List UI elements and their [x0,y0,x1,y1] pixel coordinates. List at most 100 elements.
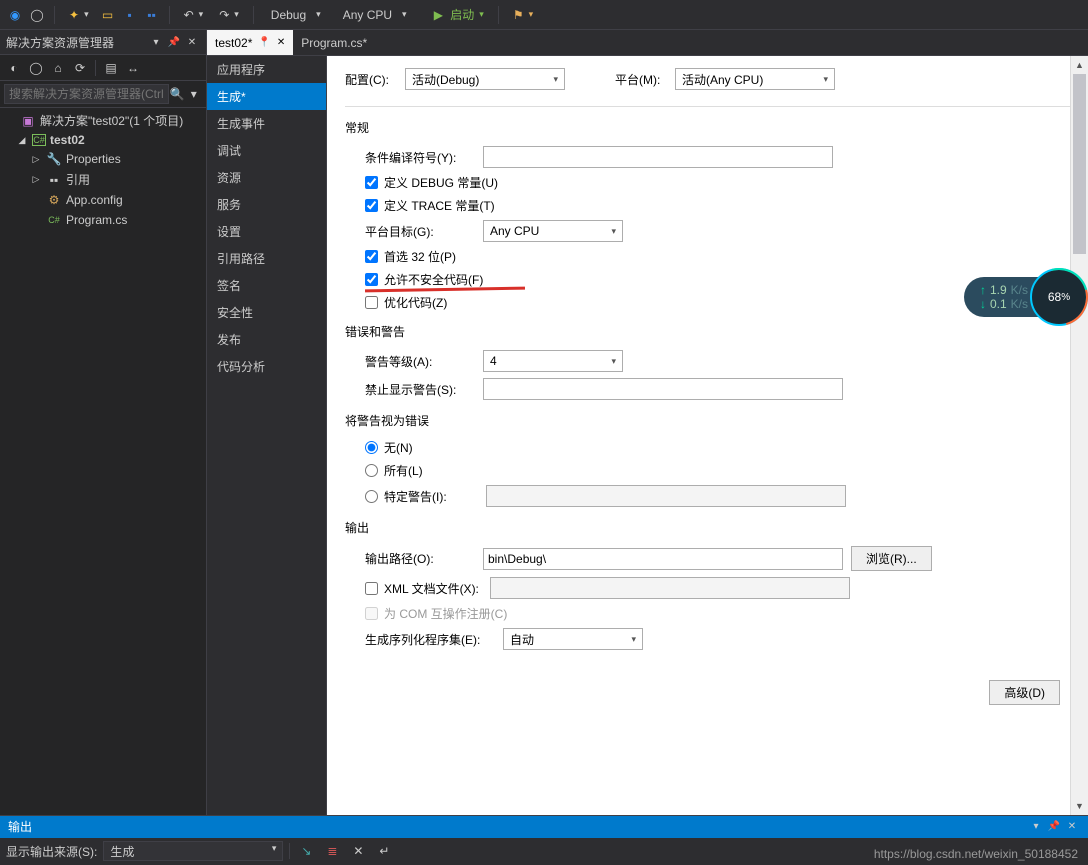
nav-application[interactable]: 应用程序 [207,56,326,83]
wrench-icon: 🔧 [46,151,62,167]
nav-forward-icon[interactable]: ◯ [28,6,46,24]
scroll-thumb[interactable] [1073,74,1086,254]
optimize-label: 优化代码(Z) [384,294,447,311]
browse-button[interactable]: 浏览(R)... [851,546,932,571]
warn-level-label: 警告等级(A): [365,353,475,370]
search-icon[interactable]: 🔍 [169,84,186,104]
nav-build[interactable]: 生成* [207,83,326,110]
open-icon[interactable]: ▭ [99,6,117,24]
project-node[interactable]: ◢ C# test02 [0,131,206,149]
save-icon[interactable]: ▪ [121,6,139,24]
prefer32-check[interactable]: 首选 32 位(P) [365,248,1070,265]
home-icon[interactable]: ⌂ [48,58,68,78]
nav-debug[interactable]: 调试 [207,137,326,164]
nav-back-icon[interactable]: ◉ [6,6,24,24]
show-all-icon[interactable]: ▤ [101,58,121,78]
clear-icon[interactable]: ✕ [348,841,368,861]
nav-code-analysis[interactable]: 代码分析 [207,353,326,380]
programcs-node[interactable]: C# Program.cs [0,210,206,230]
nav-security[interactable]: 安全性 [207,299,326,326]
treat-none-radio[interactable]: 无(N) [365,439,1070,456]
treat-all-radio[interactable]: 所有(L) [365,462,1070,479]
scroll-up-icon[interactable]: ▲ [1071,56,1088,74]
close-tab-icon[interactable]: ✕ [277,37,285,48]
nav-build-events[interactable]: 生成事件 [207,110,326,137]
appconfig-node[interactable]: ⚙ App.config [0,190,206,210]
save-all-icon[interactable]: ▪▪ [143,6,161,24]
warn-level-value: 4 [490,354,497,368]
panel-dropdown-icon[interactable]: ▾ [148,34,164,50]
serialization-select[interactable]: 自动 [503,628,643,650]
solution-node[interactable]: ▣ 解决方案"test02"(1 个项目) [0,110,206,131]
output-source-select[interactable]: 生成 [103,841,283,861]
config-file-icon: ⚙ [46,192,62,208]
redo-dropdown[interactable]: ↷ [213,6,245,24]
network-monitor-widget[interactable]: ↑1.9K/s ↓0.1K/s 68% [964,268,1088,326]
xml-doc-check[interactable] [365,582,378,595]
config-select[interactable]: 活动(Debug) [405,68,565,90]
undo-dropdown[interactable]: ↶ [178,6,210,24]
cond-symbols-label: 条件编译符号(Y): [365,149,475,166]
serialization-value: 自动 [510,631,534,648]
search-dropdown-icon[interactable]: ▾ [186,84,203,104]
wrap-icon[interactable]: ↵ [374,841,394,861]
references-label: 引用 [66,171,90,188]
net-unit2: K/s [1011,297,1028,311]
pin-tab-icon[interactable]: 📍 [258,37,270,48]
define-trace-check[interactable]: 定义 TRACE 常量(T) [365,197,1070,214]
platform-label: 平台(M): [615,71,665,88]
output-pin-icon[interactable]: 📌 [1046,819,1062,835]
advanced-button[interactable]: 高级(D) [989,680,1060,705]
net-pct-value: 68 [1048,290,1061,304]
treat-specific-radio[interactable] [365,490,378,503]
refresh-icon[interactable]: ⟳ [70,58,90,78]
output-close-icon[interactable]: ✕ [1064,819,1080,835]
tab-programcs[interactable]: Program.cs* [293,30,375,55]
vertical-scrollbar[interactable]: ▲ ▼ [1070,56,1088,815]
treat-specific-input [486,485,846,507]
section-errors: 错误和警告 [345,323,1070,340]
references-icon: ▪▪ [46,172,62,188]
define-debug-check[interactable]: 定义 DEBUG 常量(U) [365,174,1070,191]
scroll-down-icon[interactable]: ▼ [1071,797,1088,815]
close-icon[interactable]: ✕ [184,34,200,50]
config-value: 活动(Debug) [412,71,479,88]
properties-node[interactable]: ▷ 🔧 Properties [0,149,206,169]
start-button[interactable]: ▶ 启动 [428,4,490,25]
treat-specific-label: 特定警告(I): [384,488,480,505]
nav-signing[interactable]: 签名 [207,272,326,299]
toolbar-extra-icon[interactable]: ⚑ [507,6,539,24]
output-title: 输出 [8,818,1026,835]
platform-target-select[interactable]: Any CPU [483,220,623,242]
nav-resources[interactable]: 资源 [207,164,326,191]
collapse-icon[interactable]: ↔ [123,58,143,78]
nav-settings[interactable]: 设置 [207,218,326,245]
warn-level-select[interactable]: 4 [483,350,623,372]
output-path-input[interactable] [483,548,843,570]
platform-combo[interactable]: Any CPU [334,5,424,25]
new-item-dropdown[interactable]: ✦ [63,6,95,24]
back-icon[interactable]: ◐ [4,58,24,78]
net-pct-sym: % [1061,292,1070,303]
output-dropdown-icon[interactable]: ▾ [1028,819,1044,835]
com-interop-label: 为 COM 互操作注册(C) [384,605,507,622]
platform-target-value: Any CPU [490,224,539,238]
pin-icon[interactable]: 📌 [166,34,182,50]
nav-ref-paths[interactable]: 引用路径 [207,245,326,272]
search-input[interactable] [4,84,169,104]
references-node[interactable]: ▷ ▪▪ 引用 [0,169,206,190]
goto-icon[interactable]: ↘ [296,841,316,861]
nav-services[interactable]: 服务 [207,191,326,218]
tab-test02[interactable]: test02* 📍 ✕ [207,30,293,55]
prefer32-label: 首选 32 位(P) [384,248,456,265]
platform-select[interactable]: 活动(Any CPU) [675,68,835,90]
nav-publish[interactable]: 发布 [207,326,326,353]
config-combo[interactable]: Debug [262,5,330,25]
start-label: 启动 [450,6,474,23]
suppress-input[interactable] [483,378,843,400]
output-path-label: 输出路径(O): [365,550,475,567]
cond-symbols-input[interactable] [483,146,833,168]
filter-icon[interactable]: ≣ [322,841,342,861]
platform-target-label: 平台目标(G): [365,223,475,240]
forward-icon[interactable]: ◯ [26,58,46,78]
